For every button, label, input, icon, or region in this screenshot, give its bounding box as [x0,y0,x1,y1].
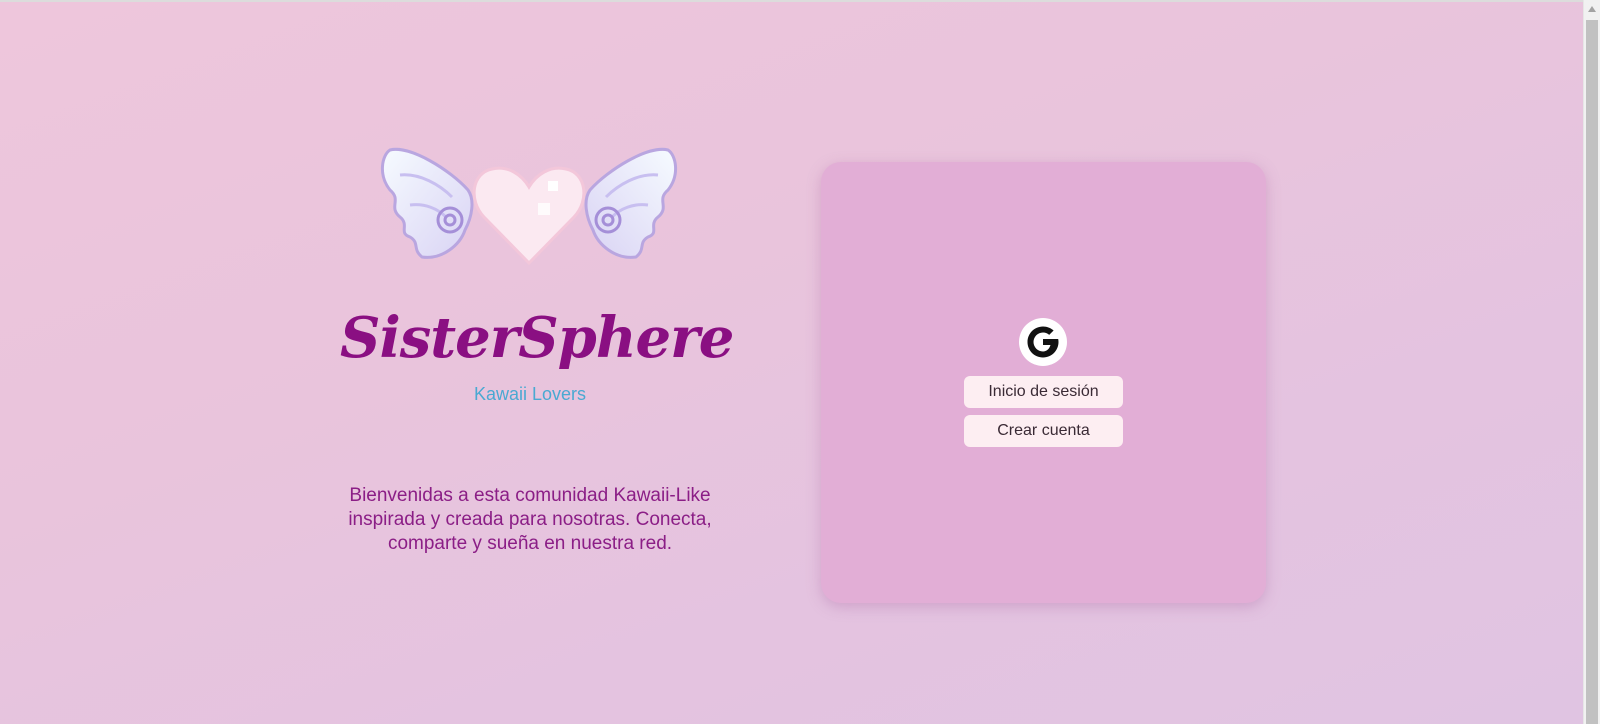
scroll-up-arrow-icon[interactable] [1584,0,1600,17]
heart [472,166,586,266]
auth-card: Inicio de sesión Crear cuenta [821,162,1266,603]
winged-heart-icon [380,145,680,270]
welcome-text: Bienvenidas a esta comunidad Kawaii-Like… [348,485,712,554]
right-wing [584,147,677,259]
vertical-scrollbar[interactable] [1583,0,1600,724]
page-background: SisterSphere Kawaii Lovers Bienvenidas a… [0,0,1583,724]
left-wing [381,147,474,259]
login-button[interactable]: Inicio de sesión [964,376,1123,408]
create-account-button[interactable]: Crear cuenta [964,415,1123,447]
scrollbar-thumb[interactable] [1586,20,1598,724]
brand-title: SisterSphere [340,305,734,371]
brand-subtitle: Kawaii Lovers [473,384,587,404]
google-icon[interactable] [1019,318,1067,366]
